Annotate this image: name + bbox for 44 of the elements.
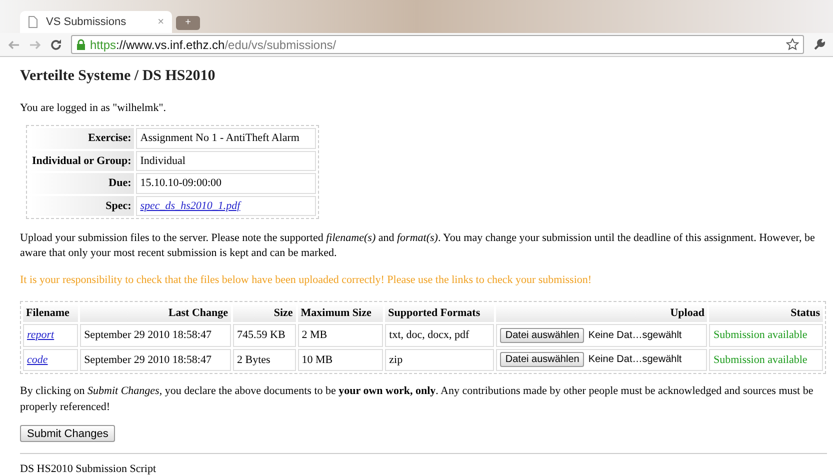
field-value: Individual	[136, 150, 316, 171]
url-scheme: https	[90, 38, 116, 52]
status-text: Submission available	[709, 324, 823, 346]
column-header: Maximum Size	[298, 304, 384, 322]
table-cell: September 29 2010 18:58:47	[80, 348, 232, 371]
new-tab-button[interactable]: +	[176, 16, 200, 30]
submit-changes-button[interactable]: Submit Changes	[20, 425, 116, 442]
table-cell: 2 MB	[298, 324, 384, 346]
column-header: Status	[709, 304, 823, 322]
field-value: 15.10.10-09:00:00	[136, 173, 316, 194]
field-value: Assignment No 1 - AntiTheft Alarm	[136, 128, 316, 148]
table-cell: September 29 2010 18:58:47	[80, 324, 232, 346]
page-icon	[28, 16, 38, 28]
column-header: Last Change	[80, 304, 232, 322]
choose-file-button[interactable]: Datei auswählen	[500, 328, 584, 343]
table-cell: zip	[385, 348, 494, 371]
file-name-text: Keine Dat…sgewählt	[588, 353, 682, 368]
browser-tab[interactable]: VS Submissions ×	[20, 11, 172, 33]
table-cell: 2 Bytes	[233, 348, 296, 371]
tab-title: VS Submissions	[46, 14, 128, 30]
wrench-icon[interactable]	[813, 38, 825, 50]
declaration-text: By clicking on Submit Changes, you declare the above documents to be your own work, only. Any contributions made by other people must be acknowledged and sources must be properly referenced!	[20, 384, 814, 415]
lock-icon	[76, 39, 86, 50]
warning-text: It is your responsibility to check that the files below have been uploaded correctly! Please use the links to check your submission!	[20, 273, 593, 288]
address-bar[interactable]: https://www.vs.inf.ethz.ch/edu/vs/submissions/	[71, 35, 804, 54]
table-cell: 745.59 KB	[233, 324, 296, 346]
choose-file-button[interactable]: Datei auswählen	[500, 352, 584, 368]
field-label: Individual or Group:	[29, 150, 134, 171]
column-header: Supported Formats	[385, 304, 494, 322]
login-text: You are logged in as "wilhelmk".	[20, 100, 167, 116]
table-cell: txt, doc, docx, pdf	[385, 324, 494, 346]
file-name-text: Keine Dat…sgewählt	[588, 328, 682, 343]
column-header: Filename	[23, 304, 78, 322]
footer-text: DS HS2010 Submission Script	[20, 462, 157, 475]
url-path: /edu/vs/submissions/	[224, 38, 336, 52]
page-title: Verteilte Systeme / DS HS2010	[20, 67, 216, 86]
column-header: Upload	[496, 304, 708, 322]
intro-text: Upload your submission files to the server. Please note the supported filename(s) and format(s). You may change your submission until the deadline of this assignment. However, be aware that only your most recent submission is kept and can be marked.	[20, 231, 816, 261]
reload-icon[interactable]	[50, 38, 62, 50]
star-icon[interactable]	[786, 38, 799, 51]
column-header: Size	[233, 304, 296, 322]
status-text: Submission available	[709, 348, 823, 371]
url-host: ://www.vs.inf.ethz.ch	[116, 38, 225, 52]
table-cell: 10 MB	[298, 348, 384, 371]
